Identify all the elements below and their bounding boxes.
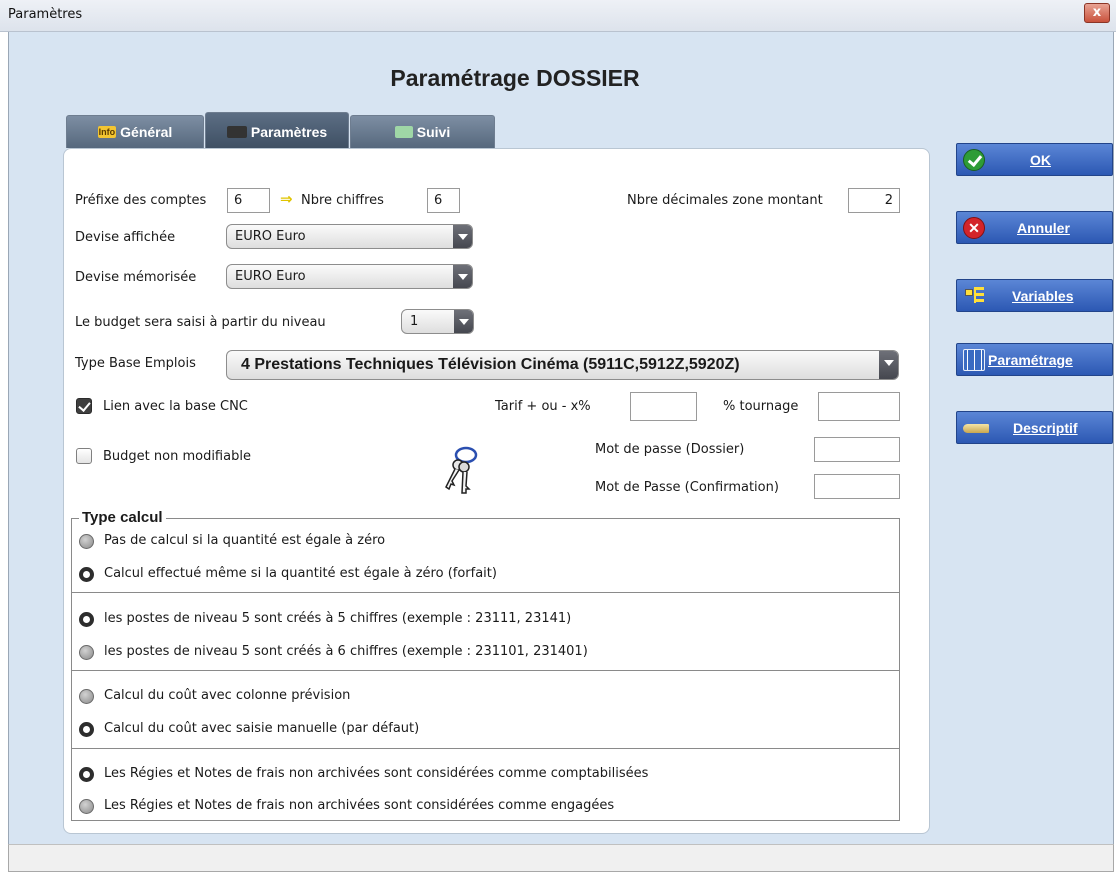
tree-icon — [963, 285, 985, 307]
devise-memorisee-value: EURO Euro — [235, 269, 306, 284]
separator — [71, 592, 900, 593]
close-icon[interactable]: x — [1084, 3, 1110, 23]
tab-suivi-label: Suivi — [416, 124, 451, 140]
window-titlebar: Paramètres x — [0, 0, 1116, 32]
parametrage-button-label: Paramétrage — [988, 352, 1073, 368]
radio-calcul-forfait[interactable] — [79, 567, 94, 582]
type-base-value: 4 Prestations Techniques Télévision Ciné… — [241, 356, 740, 373]
budget-niveau-label: Le budget sera saisi à partir du niveau — [75, 315, 326, 330]
radio-regies-engagees-label: Les Régies et Notes de frais non archivé… — [104, 798, 615, 813]
tab-suivi[interactable]: Suivi — [350, 115, 495, 148]
radio-postes-6-chiffres[interactable] — [79, 645, 94, 660]
radio-pas-de-calcul-label: Pas de calcul si la quantité est égale à… — [104, 533, 386, 548]
info-icon: Info — [97, 126, 117, 138]
decimales-label: Nbre décimales zone montant — [627, 193, 823, 208]
lien-cnc-checkbox[interactable] — [76, 398, 92, 414]
radio-postes-5-chiffres[interactable] — [79, 612, 94, 627]
budget-niveau-select[interactable]: 1 — [401, 309, 474, 334]
radio-regies-comptabilisees[interactable] — [79, 767, 94, 782]
sliders-icon — [963, 349, 985, 371]
radio-cout-prevision-label: Calcul du coût avec colonne prévision — [104, 688, 351, 703]
hand-icon — [963, 417, 993, 439]
tournage-label: % tournage — [723, 399, 799, 414]
cancel-icon: ✕ — [963, 217, 985, 239]
separator — [71, 748, 900, 749]
ok-button-label: OK — [1030, 152, 1051, 168]
budget-non-modifiable-checkbox[interactable] — [76, 448, 92, 464]
radio-postes-5-chiffres-label: les postes de niveau 5 sont créés à 5 ch… — [104, 611, 572, 626]
devise-affichee-label: Devise affichée — [75, 230, 176, 245]
nbre-chiffres-label: Nbre chiffres — [301, 193, 384, 208]
chevron-down-icon[interactable] — [453, 265, 472, 288]
chevron-down-icon[interactable] — [453, 225, 472, 248]
radio-postes-6-chiffres-label: les postes de niveau 5 sont créés à 6 ch… — [104, 644, 588, 659]
nbre-chiffres-input[interactable]: 6 — [427, 188, 460, 213]
radio-cout-manuel-label: Calcul du coût avec saisie manuelle (par… — [104, 721, 420, 736]
variables-button-label: Variables — [1012, 288, 1074, 304]
mdp-confirmation-input[interactable] — [814, 474, 900, 499]
annuler-button[interactable]: ✕ Annuler — [956, 211, 1113, 244]
descriptif-button[interactable]: Descriptif — [956, 411, 1113, 444]
check-icon — [963, 149, 985, 171]
parametrage-button[interactable]: Paramétrage — [956, 343, 1113, 376]
annuler-button-label: Annuler — [1017, 220, 1070, 236]
mdp-dossier-input[interactable] — [814, 437, 900, 462]
tarif-input[interactable] — [630, 392, 697, 421]
window-title: Paramètres — [8, 7, 83, 22]
mdp-confirmation-label: Mot de Passe (Confirmation) — [595, 480, 779, 495]
ok-button[interactable]: OK — [956, 143, 1113, 176]
variables-button[interactable]: Variables — [956, 279, 1113, 312]
type-base-select[interactable]: 4 Prestations Techniques Télévision Ciné… — [226, 350, 899, 380]
tab-general-label: Général — [120, 124, 173, 140]
status-bar — [8, 844, 1114, 872]
tab-general[interactable]: Info Général — [66, 115, 204, 148]
suivi-icon — [394, 126, 413, 138]
arrow-right-icon: ⇒ — [280, 190, 293, 208]
radio-regies-engagees[interactable] — [79, 799, 94, 814]
devise-affichee-value: EURO Euro — [235, 229, 306, 244]
prefixe-input[interactable]: 6 — [227, 188, 270, 213]
radio-cout-manuel[interactable] — [79, 722, 94, 737]
tarif-label: Tarif + ou - x% — [495, 399, 591, 414]
separator — [71, 670, 900, 671]
descriptif-button-label: Descriptif — [1013, 420, 1078, 436]
page-title: Paramétrage DOSSIER — [390, 65, 640, 91]
budget-non-modifiable-label: Budget non modifiable — [103, 449, 251, 464]
tab-parametres-label: Paramètres — [250, 123, 328, 140]
lien-cnc-label: Lien avec la base CNC — [103, 399, 248, 414]
radio-pas-de-calcul[interactable] — [79, 534, 94, 549]
devise-affichee-select[interactable]: EURO Euro — [226, 224, 473, 249]
budget-niveau-value: 1 — [410, 314, 419, 329]
type-base-label: Type Base Emplois — [75, 356, 196, 371]
parametres-icon — [226, 125, 247, 138]
mdp-dossier-label: Mot de passe (Dossier) — [595, 442, 745, 457]
radio-cout-prevision[interactable] — [79, 689, 94, 704]
type-calcul-title: Type calcul — [79, 509, 166, 526]
radio-calcul-forfait-label: Calcul effectué même si la quantité est … — [104, 566, 497, 581]
keys-icon — [445, 446, 478, 494]
prefixe-label: Préfixe des comptes — [75, 193, 207, 208]
chevron-down-icon[interactable] — [454, 310, 473, 333]
devise-memorisee-label: Devise mémorisée — [75, 270, 197, 285]
chevron-down-icon[interactable] — [879, 351, 898, 379]
tournage-input[interactable] — [818, 392, 900, 421]
tab-parametres[interactable]: Paramètres — [205, 112, 349, 150]
devise-memorisee-select[interactable]: EURO Euro — [226, 264, 473, 289]
radio-regies-comptabilisees-label: Les Régies et Notes de frais non archivé… — [104, 766, 649, 781]
decimales-input[interactable]: 2 — [848, 188, 900, 213]
